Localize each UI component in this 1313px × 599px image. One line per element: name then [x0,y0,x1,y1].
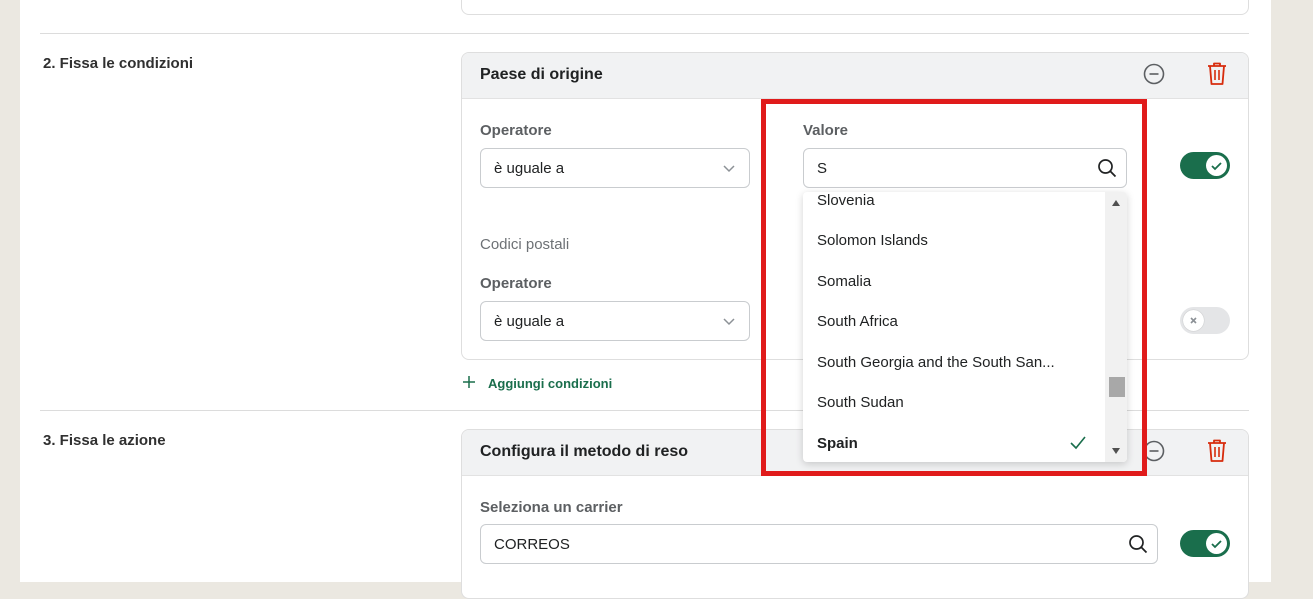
operator-select-value: è uguale a [494,160,565,177]
carrier-search-input[interactable]: CORREOS [480,524,1158,564]
condition-toggle[interactable] [1180,152,1230,179]
close-icon [1190,317,1197,324]
plus-icon [463,376,475,388]
toggle-knob [1206,533,1227,554]
add-conditions-label: Aggiungi condizioni [488,376,613,391]
section-divider [40,33,1249,34]
carrier-label: Seleziona un carrier [480,499,623,516]
check-icon [1211,162,1222,171]
action-toggle[interactable] [1180,530,1230,557]
add-conditions-link[interactable]: Aggiungi condizioni [462,374,622,394]
minus-circle-icon[interactable] [1143,63,1165,85]
postal-codes-label: Codici postali [480,236,570,253]
carrier-value: CORREOS [494,536,570,553]
toggle-knob [1206,155,1227,176]
condition-card-header: Paese di origine [462,53,1248,99]
operator-select[interactable]: è uguale a [480,148,750,188]
chevron-down-icon [723,165,735,173]
previous-card [461,0,1249,15]
operator2-select-value: è uguale a [494,313,565,330]
trash-icon[interactable] [1206,61,1228,87]
condition-card-title: Paese di origine [480,66,603,83]
operator2-label: Operatore [480,275,552,292]
postal-codes-toggle[interactable] [1180,307,1230,334]
operator2-select[interactable]: è uguale a [480,301,750,341]
trash-icon[interactable] [1206,438,1228,464]
check-icon [1211,540,1222,549]
operator-label: Operatore [480,122,552,139]
step3-title: 3. Fissa le azione [43,432,166,449]
step2-title: 2. Fissa le condizioni [43,55,194,72]
toggle-knob [1183,310,1204,331]
chevron-down-icon [723,318,735,326]
annotation-highlight-box [761,99,1147,476]
action-card-title: Configura il metodo di reso [480,443,689,460]
search-icon [1129,535,1148,554]
